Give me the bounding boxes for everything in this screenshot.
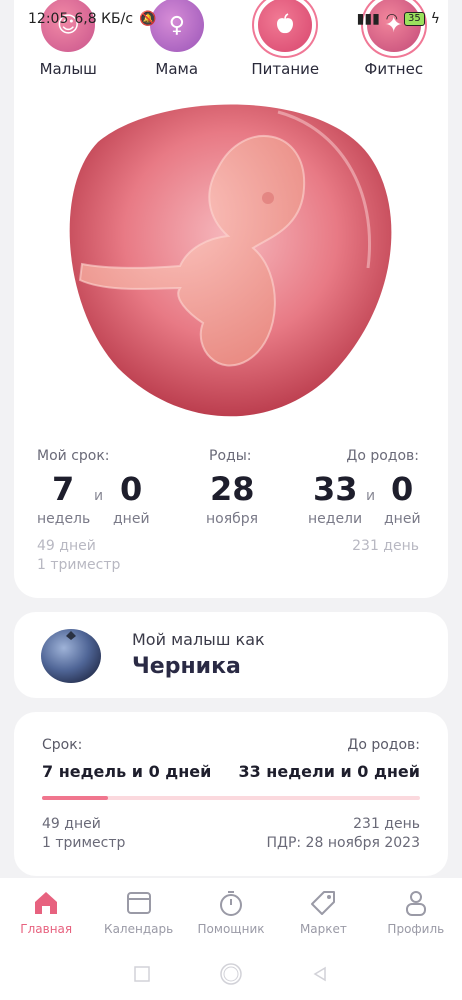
category-label: Питание bbox=[251, 60, 320, 78]
profile-icon bbox=[405, 891, 426, 916]
category-label: Малыш bbox=[39, 60, 97, 78]
birth-day: 28 bbox=[210, 470, 255, 508]
progress-until-value: 33 недели и 0 дней bbox=[238, 762, 420, 781]
nav-assistant[interactable]: Помощник bbox=[185, 878, 277, 948]
until-days-unit: дней bbox=[384, 511, 421, 527]
days-passed: 49 дней bbox=[37, 538, 96, 554]
status-bar: 12:05 6,8 КБ/с 🔕 ▮▮▮ ◠ 35 ϟ bbox=[0, 0, 462, 38]
status-time: 12:05 bbox=[28, 11, 69, 27]
home-button[interactable] bbox=[219, 962, 243, 986]
nav-label: Главная bbox=[20, 922, 73, 936]
progress-days-left: 231 день bbox=[353, 816, 420, 832]
category-label: Фитнес bbox=[364, 60, 424, 78]
birth-month: ноября bbox=[206, 511, 259, 527]
due-date: ПДР: 28 ноября 2023 bbox=[266, 835, 420, 851]
signal-icon: ▮▮▮ bbox=[356, 11, 380, 27]
nav-label: Календарь bbox=[104, 922, 174, 936]
home-icon bbox=[35, 892, 58, 914]
progress-days-passed: 49 дней bbox=[42, 816, 101, 832]
status-speed: 6,8 КБ/с bbox=[74, 11, 134, 27]
until-label: До родов: bbox=[346, 448, 419, 464]
nav-label: Профиль bbox=[387, 922, 445, 936]
embryo-illustration bbox=[69, 104, 392, 417]
recent-apps-button[interactable] bbox=[133, 965, 151, 983]
progress-term-value: 7 недель и 0 дней bbox=[42, 762, 212, 781]
calendar-icon bbox=[126, 892, 151, 914]
mute-icon: 🔕 bbox=[139, 11, 157, 27]
term-days-unit: дней bbox=[113, 511, 150, 527]
trimester: 1 триместр bbox=[37, 557, 121, 573]
fruit-size-card[interactable]: Мой малыш как Черника bbox=[14, 612, 448, 698]
progress-bar-fill bbox=[42, 796, 109, 800]
nav-label: Маркет bbox=[299, 922, 347, 936]
fruit-name: Черника bbox=[132, 654, 241, 679]
term-weeks-unit: недель bbox=[37, 511, 91, 527]
progress-card: Срок: До родов: 7 недель и 0 дней 33 нед… bbox=[14, 712, 448, 876]
progress-term-label: Срок: bbox=[42, 737, 83, 753]
system-navigation-bar bbox=[0, 948, 462, 1000]
stopwatch-icon bbox=[220, 891, 243, 916]
until-weeks: 33 bbox=[313, 470, 358, 508]
nav-home[interactable]: Главная bbox=[0, 878, 92, 948]
wifi-icon: ◠ bbox=[385, 11, 399, 27]
category-label: Мама bbox=[155, 60, 199, 78]
back-button[interactable] bbox=[311, 965, 329, 983]
progress-bar bbox=[42, 796, 420, 800]
birth-label: Роды: bbox=[209, 448, 252, 464]
nav-market[interactable]: Маркет bbox=[277, 878, 369, 948]
term-weeks: 7 bbox=[52, 470, 75, 508]
days-left: 231 день bbox=[352, 538, 419, 554]
nav-profile[interactable]: Профиль bbox=[370, 878, 462, 948]
until-weeks-unit: недели bbox=[308, 511, 363, 527]
nav-label: Помощник bbox=[197, 922, 265, 936]
term-days: 0 bbox=[120, 470, 143, 508]
until-days: 0 bbox=[391, 470, 414, 508]
fruit-subtitle: Мой малыш как bbox=[132, 630, 265, 649]
and-text: и bbox=[94, 488, 104, 504]
progress-trimester: 1 триместр bbox=[42, 835, 126, 851]
progress-until-label: До родов: bbox=[347, 737, 420, 753]
tag-icon bbox=[311, 891, 336, 915]
term-label: Мой срок: bbox=[37, 448, 110, 464]
battery-icon: 35 bbox=[404, 12, 425, 26]
nav-calendar[interactable]: Календарь bbox=[92, 878, 184, 948]
charging-icon: ϟ bbox=[430, 11, 440, 27]
blueberry-icon bbox=[41, 629, 101, 683]
and-text: и bbox=[366, 488, 376, 504]
bottom-navigation: Главная Календарь Помощник Маркет Профил… bbox=[0, 878, 462, 948]
